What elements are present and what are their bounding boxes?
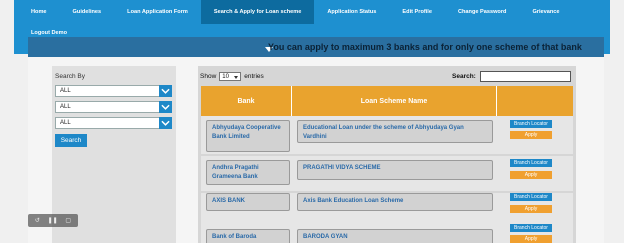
pause-icon[interactable]: ❚❚ <box>48 217 58 224</box>
bank-name[interactable]: Andhra Pragathi Grameena Bank <box>206 160 290 185</box>
branch-locator-button[interactable]: Branch Locator <box>510 193 552 201</box>
table-row: Andhra Pragathi Grameena Bank PRAGATHI V… <box>201 156 573 191</box>
apply-button[interactable]: Apply <box>510 171 552 179</box>
filter-select-3[interactable]: ALL <box>55 117 172 129</box>
show-label: Show <box>200 73 217 80</box>
branch-locator-button[interactable]: Branch Locator <box>510 159 552 167</box>
bank-name[interactable]: AXIS BANK <box>206 193 290 211</box>
column-header-actions <box>497 86 573 116</box>
nav-home[interactable]: Home <box>14 0 60 24</box>
nav-guidelines[interactable]: Guidelines <box>60 0 115 24</box>
chevron-down-icon[interactable] <box>159 101 172 113</box>
entries-label: entries <box>244 73 264 80</box>
info-banner: You can apply to maximum 3 banks and for… <box>28 37 604 57</box>
nav-application-status[interactable]: Application Status <box>314 0 389 24</box>
scheme-name[interactable]: PRAGATHI VIDYA SCHEME <box>297 160 493 180</box>
scheme-name[interactable]: Axis Bank Education Loan Scheme <box>297 193 493 211</box>
bank-name[interactable]: Abhyudaya Cooperative Bank Limited <box>206 120 290 152</box>
loan-scheme-table-panel: Show 10 entries Search: Bank Loan Scheme… <box>198 66 576 243</box>
nav-search-apply[interactable]: Search & Apply for Loan scheme <box>200 0 315 24</box>
table-row: Abhyudaya Cooperative Bank Limited Educa… <box>201 116 573 154</box>
video-controls: ↺ ❚❚ ▢ <box>28 214 78 227</box>
filter-select-2[interactable]: ALL <box>55 101 172 113</box>
entries-length-control: Show 10 entries <box>200 72 264 81</box>
search-button[interactable]: Search <box>55 134 87 147</box>
column-header-scheme[interactable]: Loan Scheme Name <box>292 86 497 116</box>
filter-select-value: ALL <box>60 104 71 110</box>
apply-button[interactable]: Apply <box>510 235 552 243</box>
branch-locator-button[interactable]: Branch Locator <box>510 120 552 128</box>
banner-text: You can apply to maximum 3 banks and for… <box>268 42 582 52</box>
scheme-name[interactable]: BARODA GYAN <box>297 229 493 243</box>
nav-grievance[interactable]: Grievance <box>519 0 572 24</box>
entries-select[interactable]: 10 <box>219 72 242 81</box>
table-search-input[interactable] <box>480 71 571 82</box>
search-by-label: Search By <box>55 73 85 80</box>
chevron-down-icon[interactable] <box>159 117 172 129</box>
table-row: Bank of Baroda BARODA GYAN Branch Locato… <box>201 223 573 243</box>
chevron-down-icon[interactable] <box>159 85 172 97</box>
nav-edit-profile[interactable]: Edit Profile <box>389 0 445 24</box>
branch-locator-button[interactable]: Branch Locator <box>510 224 552 232</box>
scheme-name[interactable]: Educational Loan under the scheme of Abh… <box>297 120 493 143</box>
bank-name[interactable]: Bank of Baroda <box>206 229 290 243</box>
nav-loan-application-form[interactable]: Loan Application Form <box>114 0 201 24</box>
filter-select-value: ALL <box>60 120 71 126</box>
nav-menu: Home Guidelines Loan Application Form Se… <box>14 0 573 24</box>
nav-change-password[interactable]: Change Password <box>445 0 520 24</box>
filter-select-value: ALL <box>60 88 71 94</box>
table-search-label: Search: <box>452 73 476 80</box>
table-row: AXIS BANK Axis Bank Education Loan Schem… <box>201 193 573 223</box>
fullscreen-icon[interactable]: ▢ <box>65 217 71 224</box>
apply-button[interactable]: Apply <box>510 205 552 213</box>
filter-select-1[interactable]: ALL <box>55 85 172 97</box>
rewind-icon[interactable]: ↺ <box>35 217 40 224</box>
column-header-bank[interactable]: Bank <box>201 86 292 116</box>
table-header: Bank Loan Scheme Name <box>201 86 573 116</box>
apply-button[interactable]: Apply <box>510 131 552 139</box>
